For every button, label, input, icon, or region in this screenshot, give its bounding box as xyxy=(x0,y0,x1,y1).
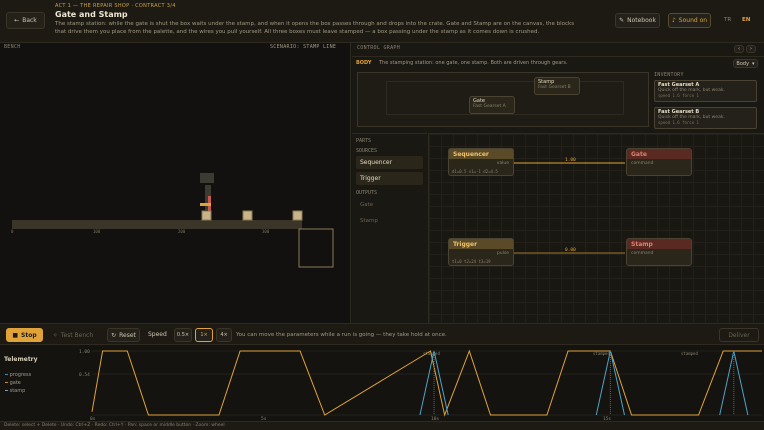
body-tag: BODY xyxy=(356,60,372,66)
wire1-value: 1.00 xyxy=(565,157,576,163)
node-sequencer[interactable]: Sequencer value d1=0.5 v1=-1 d2=4.5 xyxy=(448,148,514,176)
flask-icon: ✧ xyxy=(52,331,58,339)
conveyor-belt xyxy=(12,220,302,229)
body-dropdown[interactable]: Body ▾ xyxy=(733,59,758,68)
test-bench-button[interactable]: ✧ Test Bench xyxy=(48,328,98,342)
notebook-button[interactable]: ✎ Notebook xyxy=(615,13,660,28)
port-pulse: pulse xyxy=(496,251,509,256)
lang-en-button[interactable]: EN xyxy=(742,17,750,23)
part-stamp[interactable]: Stamp Fast Gearset B xyxy=(534,77,580,95)
node-title: Trigger xyxy=(449,239,513,249)
palette-item-stamp: Stamp xyxy=(360,218,378,224)
telemetry-label: Telemetry xyxy=(4,356,38,363)
top-bar: ← Back ACT 1 — THE REPAIR SHOP · CONTRAC… xyxy=(0,0,764,43)
palette-item-sequencer[interactable]: Sequencer xyxy=(356,156,423,169)
legend-gate: ━ gate xyxy=(5,380,21,386)
stamped-marker: stamped xyxy=(593,351,610,356)
page-title: Gate and Stamp xyxy=(55,10,128,19)
telemetry-chart: 1.00 0.54 0s 5s 10s 15s stamped stamped … xyxy=(76,345,764,421)
speed-4x[interactable]: 4× xyxy=(216,328,232,342)
legend-progress: ━ progress xyxy=(5,372,32,378)
y-tick: 1.00 xyxy=(79,349,90,355)
node-gate[interactable]: Gate command xyxy=(626,148,692,176)
zoom-out-button[interactable]: ‹ xyxy=(734,45,744,53)
node-stamp[interactable]: Stamp command xyxy=(626,238,692,266)
y-tick: 0.54 xyxy=(79,372,90,378)
inventory-item[interactable]: Fast Gearset A Quick off the mark, but w… xyxy=(654,80,757,102)
outputs-label: OUTPUTS xyxy=(356,190,378,196)
palette-item-trigger[interactable]: Trigger xyxy=(356,172,423,185)
telemetry-panel: Telemetry ━ progress ━ gate ━ stamp 1.00… xyxy=(0,345,764,421)
bench-canvas[interactable]: 0 100 200 300 xyxy=(0,53,351,323)
speed-label: Speed xyxy=(148,331,167,338)
body-text: The stamping station: one gate, one stam… xyxy=(379,60,568,66)
stop-button[interactable]: ■ Stop xyxy=(6,328,43,342)
deliver-button[interactable]: Deliver xyxy=(719,328,759,342)
body-strip: BODY The stamping station: one gate, one… xyxy=(352,56,764,68)
inventory: INVENTORY Fast Gearset A Quick off the m… xyxy=(654,72,759,130)
parts-label: PARTS xyxy=(356,138,372,144)
bench-tick-0: 0 xyxy=(11,229,14,234)
port-command: command xyxy=(631,251,654,256)
status-text: Delete: select + Delete · Undo: Ctrl+Z ·… xyxy=(4,423,225,428)
control-graph-panel: CONTROL GRAPH ‹ › BODY The stamping stat… xyxy=(352,43,764,323)
wire2-value: 0.00 xyxy=(565,247,576,253)
sound-toggle[interactable]: ♪ Sound on xyxy=(668,13,711,28)
node-params: t1=0 t2=24 t3=19 xyxy=(452,259,491,264)
notebook-icon: ✎ xyxy=(619,17,625,24)
body-diagram[interactable]: Stamp Fast Gearset B Gate Fast Gearset A xyxy=(357,72,649,127)
back-button[interactable]: ← Back xyxy=(6,12,45,29)
back-arrow-icon: ← xyxy=(14,17,20,24)
minus-icon: ‹ xyxy=(738,46,740,52)
gate-arm xyxy=(200,203,211,206)
bench-tick-200: 200 xyxy=(178,229,186,234)
palette: PARTS SOURCES Sequencer Trigger OUTPUTS … xyxy=(352,133,427,323)
status-bar: Delete: select + Delete · Undo: Ctrl+Z ·… xyxy=(0,421,764,430)
control-graph-label: CONTROL GRAPH xyxy=(357,45,401,51)
node-title: Sequencer xyxy=(449,149,513,159)
legend-stamp: ━ stamp xyxy=(5,388,26,394)
speed-1x[interactable]: 1× xyxy=(195,328,213,342)
speed-0-5x[interactable]: 0.5× xyxy=(174,328,192,342)
node-title: Gate xyxy=(627,149,691,159)
port-value: value xyxy=(496,161,509,166)
inventory-label: INVENTORY xyxy=(654,72,684,78)
stop-icon: ■ xyxy=(12,331,19,339)
bench-panel: BENCH SCENARIO: STAMP LINE 0 100 200 300 xyxy=(0,43,351,323)
bench-tick-100: 100 xyxy=(93,229,101,234)
controls-bar: ■ Stop ✧ Test Bench ↻ Reset Speed 0.5× 1… xyxy=(0,323,764,345)
node-title: Stamp xyxy=(627,239,691,249)
sources-label: SOURCES xyxy=(356,148,378,154)
box-3 xyxy=(292,210,303,221)
crate xyxy=(298,228,334,268)
speaker-icon: ♪ xyxy=(671,17,676,24)
reset-icon: ↻ xyxy=(111,331,117,339)
box-1 xyxy=(201,210,212,221)
node-trigger[interactable]: Trigger pulse t1=0 t2=24 t3=19 xyxy=(448,238,514,266)
bench-tick-300: 300 xyxy=(262,229,270,234)
stamped-marker: stamped xyxy=(681,351,698,356)
description-line-1: The stamp station: while the gate is shu… xyxy=(55,21,575,27)
palette-item-gate: Gate xyxy=(360,202,374,208)
bench-label: BENCH xyxy=(4,44,21,50)
scenario-label: SCENARIO: STAMP LINE xyxy=(270,44,337,50)
zoom-in-button[interactable]: › xyxy=(746,45,756,53)
part-gate[interactable]: Gate Fast Gearset A xyxy=(469,96,515,114)
port-command: command xyxy=(631,161,654,166)
breadcrumb: ACT 1 — THE REPAIR SHOP · CONTRACT 3/4 xyxy=(55,3,176,9)
reset-button[interactable]: ↻ Reset xyxy=(107,328,140,342)
hint-text: You can move the parameters while a run … xyxy=(236,332,447,338)
node-params: d1=0.5 v1=-1 d2=4.5 xyxy=(452,169,498,174)
stamp-head xyxy=(200,173,214,183)
description-line-2: that drive them you place from the palet… xyxy=(55,29,540,35)
inventory-item[interactable]: Fast Gearset B Quick off the mark, but w… xyxy=(654,107,757,129)
plus-icon: › xyxy=(750,46,752,52)
chevron-down-icon: ▾ xyxy=(752,60,755,67)
box-2 xyxy=(242,210,253,221)
graph-canvas[interactable]: 1.00 0.00 Sequencer value d1=0.5 v1=-1 d… xyxy=(428,133,764,323)
lang-tr-button[interactable]: TR xyxy=(724,17,731,23)
